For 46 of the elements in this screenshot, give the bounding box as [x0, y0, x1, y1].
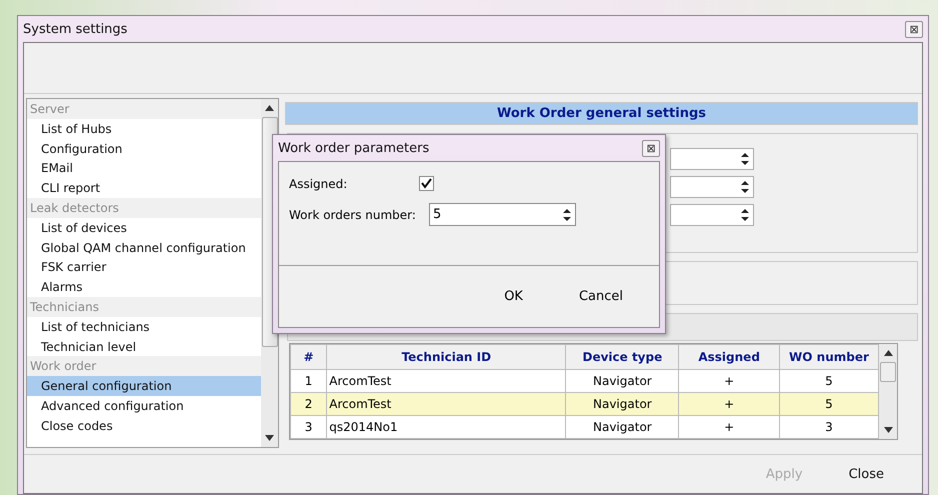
table-cell: qs2014No1 — [326, 416, 566, 438]
table-cell: 5 — [779, 392, 878, 416]
table-cell: + — [678, 416, 780, 438]
tree-group-label: Work order — [27, 356, 261, 376]
close-button[interactable]: ⊠ — [905, 20, 923, 38]
spin-field[interactable] — [670, 176, 754, 198]
scroll-down-icon[interactable] — [884, 427, 892, 433]
work-orders-number-field[interactable]: 5 — [429, 203, 576, 226]
spin-field[interactable] — [670, 204, 754, 226]
scrollbar-thumb[interactable] — [880, 362, 896, 382]
cancel-button[interactable]: Cancel — [570, 285, 631, 308]
column-header[interactable]: Assigned — [678, 344, 780, 370]
table-scrollbar[interactable] — [879, 344, 897, 439]
assigned-checkbox[interactable] — [419, 176, 434, 191]
table-cell: ArcomTest — [326, 392, 566, 416]
close-window-button[interactable]: Close — [840, 462, 892, 486]
table-cell: Navigator — [566, 392, 679, 416]
table-cell: 5 — [779, 370, 878, 392]
column-header[interactable]: WO number — [779, 344, 878, 370]
column-header[interactable]: Device type — [566, 344, 679, 370]
window-title: System settings — [23, 22, 128, 36]
table-cell: 1 — [290, 370, 327, 392]
column-header[interactable]: # — [290, 344, 327, 370]
table-cell: 3 — [290, 416, 327, 438]
tree-item[interactable]: General configuration — [27, 376, 261, 396]
table-cell: 2 — [290, 392, 327, 416]
column-header[interactable]: Technician ID — [326, 344, 566, 370]
table-cell: Navigator — [566, 370, 679, 392]
tree-group-label: Leak detectors — [27, 198, 261, 218]
table-cell: 3 — [779, 416, 878, 438]
assigned-label: Assigned: — [289, 176, 348, 190]
table-cell: Navigator — [566, 416, 679, 438]
scroll-up-icon[interactable] — [265, 105, 274, 111]
spin-field[interactable] — [670, 148, 754, 170]
close-button[interactable]: ⊠ — [642, 140, 660, 156]
table-cell: ArcomTest — [326, 370, 566, 392]
dialog-title: Work order parameters — [278, 140, 430, 156]
scroll-down-icon[interactable] — [265, 435, 274, 441]
tree-group-label: Technicians — [27, 296, 261, 317]
scroll-up-icon[interactable] — [884, 350, 892, 356]
work-orders-number-label: Work orders number: — [289, 208, 417, 222]
table-cell: + — [678, 392, 780, 416]
table-cell: + — [678, 370, 780, 392]
panel-header: Work Order general settings — [285, 102, 918, 125]
ok-button[interactable]: OK — [496, 285, 531, 308]
tree-group-label: Server — [27, 99, 261, 119]
